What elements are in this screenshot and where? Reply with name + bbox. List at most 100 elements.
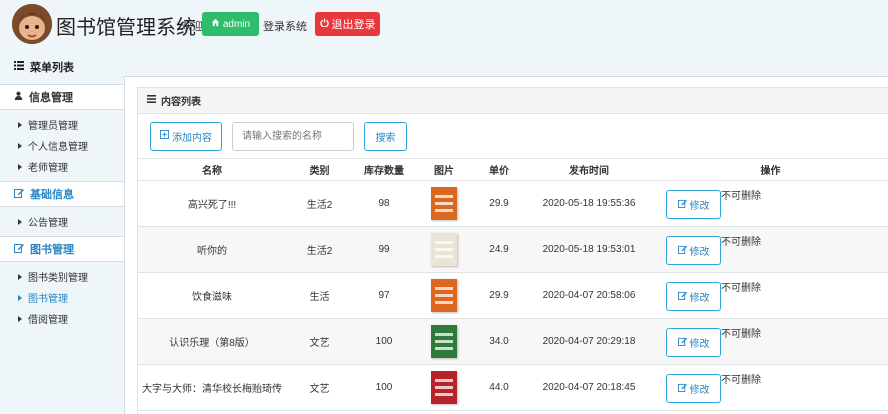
cell-actions: 修改 不可删除: [653, 272, 888, 319]
add-content-button[interactable]: 添加内容: [150, 121, 222, 151]
sidebar-section-info[interactable]: 信息管理: [0, 84, 124, 110]
logged-in-text: 登录系统: [263, 21, 307, 33]
edit-button[interactable]: 修改: [666, 236, 721, 265]
caret-right-icon: [18, 273, 22, 280]
panel-title: 内容列表: [161, 97, 201, 108]
edit-button[interactable]: 修改: [666, 190, 721, 219]
cell-price: 24.9: [473, 226, 525, 273]
sidebar-section-basic[interactable]: 基础信息: [0, 181, 124, 207]
book-cover-image: [431, 371, 457, 404]
logout-label: 退出登录: [331, 19, 376, 31]
cell-time: 2020-04-07 20:29:18: [525, 318, 653, 365]
edit-button[interactable]: 修改: [666, 282, 721, 311]
cell-category: 生活: [286, 272, 353, 319]
bars-icon: [147, 95, 156, 106]
cell-price: 44.0: [473, 364, 525, 411]
cell-image: [415, 226, 473, 273]
no-delete-text: 不可删除: [721, 283, 761, 294]
sidebar-item-label: 个人信息管理: [28, 142, 88, 153]
table-row: 饮食滋味 生活 97 29.9 2020-04-07 20:58:06 修改 不可删除: [138, 272, 888, 319]
top-header: 图书馆管理系统 欢迎 admin 登录系统 退出登录: [0, 0, 888, 50]
table-row: 大字与大师：清华校长梅贻琦传 文艺 100 44.0 2020-04-07 20:18:…: [138, 364, 888, 411]
caret-right-icon: [18, 142, 22, 149]
edit-icon: [677, 383, 687, 395]
sidebar-item-label: 图书管理: [28, 294, 68, 305]
book-cover-image: [431, 325, 457, 358]
no-delete-text: 不可删除: [721, 237, 761, 248]
col-actions: 操作: [653, 158, 888, 181]
cell-name: 大字与大师：清华校长梅贻琦传: [138, 364, 286, 411]
table-row: 听你的 生活2 99 24.9 2020-05-18 19:53:01 修改 不可删除: [138, 226, 888, 273]
cell-name: 高兴死了!!!: [138, 180, 286, 227]
sidebar-item-teacher[interactable]: 老师管理: [0, 156, 124, 177]
sidebar-item-profile[interactable]: 个人信息管理: [0, 135, 124, 156]
cell-stock: 98: [353, 180, 415, 227]
section-title: 信息管理: [29, 92, 73, 104]
table-row: 高兴死了!!! 生活2 98 29.9 2020-05-18 19:55:36 修改 不可删…: [138, 180, 888, 227]
book-cover-image: [431, 187, 457, 220]
edit-label: 修改: [689, 339, 710, 350]
edit-button[interactable]: 修改: [666, 328, 721, 357]
cell-actions: 修改 不可删除: [653, 226, 888, 273]
sidebar-item-book-manage[interactable]: 图书管理: [0, 287, 124, 308]
cell-price: 34.0: [473, 318, 525, 365]
search-button[interactable]: 搜索: [364, 121, 407, 151]
col-time: 发布时间: [525, 158, 653, 181]
cell-time: 2020-04-07 20:18:45: [525, 364, 653, 411]
logo-avatar: [12, 4, 52, 44]
cell-stock: 99: [353, 226, 415, 273]
edit-icon: [14, 243, 24, 256]
list-icon: [14, 61, 24, 73]
table-header-row: 名称 类别 库存数量 图片 单价 发布时间 操作: [138, 158, 888, 181]
cell-time: 2020-05-18 19:53:01: [525, 226, 653, 273]
cell-time: 2020-04-07 20:58:06: [525, 272, 653, 319]
cell-stock: 100: [353, 318, 415, 365]
cell-image: [415, 180, 473, 227]
cell-actions: 修改 不可删除: [653, 180, 888, 227]
cell-name: 认识乐理（第8版）: [138, 318, 286, 365]
edit-icon: [14, 188, 24, 201]
col-stock: 库存数量: [353, 158, 415, 181]
logout-button[interactable]: 退出登录: [315, 12, 380, 36]
sidebar-item-borrow[interactable]: 借阅管理: [0, 308, 124, 329]
sidebar-item-label: 公告管理: [28, 218, 68, 229]
cell-actions: 修改 不可删除: [653, 318, 888, 365]
col-image: 图片: [415, 158, 473, 181]
cell-image: [415, 364, 473, 411]
cell-image: [415, 272, 473, 319]
caret-right-icon: [18, 121, 22, 128]
admin-button[interactable]: admin: [202, 12, 259, 36]
add-label: 添加内容: [172, 132, 212, 144]
sidebar-item-book-category[interactable]: 图书类别管理: [0, 266, 124, 287]
cell-image: [415, 318, 473, 365]
col-price: 单价: [473, 158, 525, 181]
panel-header: 内容列表: [138, 88, 888, 114]
search-input[interactable]: [232, 121, 354, 151]
edit-icon: [677, 245, 687, 257]
sidebar-item-admin[interactable]: 管理员管理: [0, 114, 124, 135]
cell-price: 29.9: [473, 180, 525, 227]
main-content: 内容列表 添加内容 搜索 名称 类别 库存数量 图片 单价 发布时间: [124, 76, 888, 414]
sidebar-section-books[interactable]: 图书管理: [0, 236, 124, 262]
menu-title: 菜单列表: [30, 62, 74, 74]
app-title: 图书馆管理系统: [56, 15, 196, 39]
edit-label: 修改: [689, 201, 710, 212]
table-row: 认识乐理（第8版） 文艺 100 34.0 2020-04-07 20:29:18 修改不…: [138, 318, 888, 365]
col-category: 类别: [286, 158, 353, 181]
toolbar: 添加内容 搜索: [150, 121, 407, 151]
no-delete-text: 不可删除: [721, 329, 761, 340]
cell-time: 2020-05-18 19:55:36: [525, 180, 653, 227]
cell-actions: 修改 不可删除: [653, 364, 888, 411]
sidebar: 信息管理 管理员管理 个人信息管理 老师管理 基础信息 公告管理 图书管理 图书…: [0, 84, 124, 414]
edit-label: 修改: [689, 293, 710, 304]
edit-icon: [677, 291, 687, 303]
home-icon: [211, 18, 220, 30]
sidebar-item-notice[interactable]: 公告管理: [0, 211, 124, 232]
power-icon: [319, 18, 329, 30]
edit-button[interactable]: 修改: [666, 374, 721, 403]
user-icon: [14, 91, 23, 103]
welcome-text: 欢迎: [181, 21, 203, 33]
sidebar-item-label: 管理员管理: [28, 121, 78, 132]
section-title: 基础信息: [30, 189, 74, 201]
col-name: 名称: [138, 158, 286, 181]
